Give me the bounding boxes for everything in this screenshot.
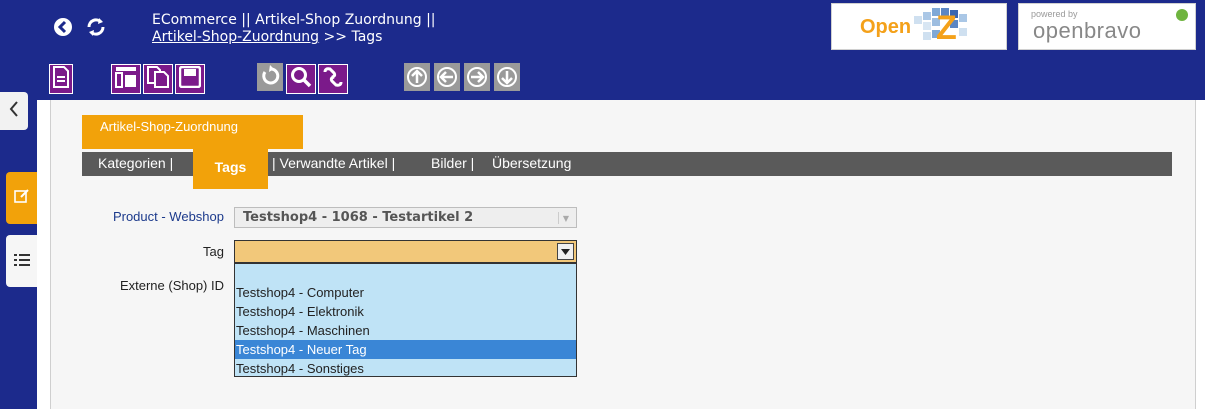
subtab-verwandte-artikel[interactable]: | Verwandte Artikel |: [272, 155, 395, 171]
subtab-uebersetzung[interactable]: Übersetzung: [492, 155, 571, 171]
previous-record-button[interactable]: [433, 63, 461, 95]
chevron-down-icon: [561, 248, 570, 255]
dropdown-toggle-button[interactable]: [557, 243, 574, 260]
grid-view-button[interactable]: [111, 64, 141, 94]
dropdown-option-blank[interactable]: [235, 264, 576, 283]
refresh-button[interactable]: [85, 18, 107, 40]
arrow-down-circle-icon: [494, 63, 520, 95]
undo-button[interactable]: [256, 63, 284, 95]
breadcrumb-current: Tags: [351, 29, 383, 45]
collapse-menu-button[interactable]: [0, 92, 28, 130]
chevron-left-icon: [9, 101, 19, 121]
copy-record-button[interactable]: [143, 64, 173, 94]
dropdown-option-selected[interactable]: Testshop4 - Neuer Tag: [235, 340, 576, 359]
app-window: ECommerce || Artikel-Shop Zuordnung || A…: [0, 0, 1205, 409]
openbravo-logo: powered by openbravo: [1018, 3, 1196, 50]
product-webshop-field: Testshop4 - 1068 - Testartikel 2 ▼: [234, 207, 577, 228]
arrow-left-circle-icon: [53, 17, 73, 41]
chevron-down-icon: ▼: [558, 212, 573, 224]
save-button[interactable]: [175, 64, 205, 94]
subtab-kategorien[interactable]: Kategorien |: [98, 155, 173, 171]
openz-logo: Open Z: [831, 3, 1007, 50]
arrow-right-circle-icon: [464, 63, 490, 95]
undo-icon: [257, 63, 283, 95]
breadcrumb-path: ECommerce || Artikel-Shop Zuordnung ||: [152, 12, 436, 28]
external-shop-id-label: Externe (Shop) ID: [119, 278, 224, 293]
openz-logo-text: Open: [860, 16, 912, 38]
grid-view-icon: [115, 66, 137, 92]
refresh-icon: [85, 16, 107, 42]
first-record-button[interactable]: [403, 63, 431, 95]
back-button[interactable]: [52, 18, 74, 40]
openz-mosaic-icon: Z: [914, 8, 967, 46]
openbravo-dot-icon: [1176, 9, 1188, 21]
new-document-button[interactable]: [49, 64, 73, 94]
tag-select[interactable]: [234, 240, 577, 263]
breadcrumb: ECommerce || Artikel-Shop Zuordnung || A…: [152, 12, 436, 46]
next-record-button[interactable]: [463, 63, 491, 95]
link-icon: [322, 66, 344, 92]
dropdown-option[interactable]: Testshop4 - Elektronik: [235, 302, 576, 321]
arrow-left-circle-icon: [434, 63, 460, 95]
dropdown-option[interactable]: Testshop4 - Sonstiges: [235, 359, 576, 378]
arrow-up-circle-icon: [404, 63, 430, 95]
product-webshop-label: Product - Webshop: [112, 209, 224, 224]
search-button[interactable]: [286, 64, 316, 94]
link-button[interactable]: [318, 64, 348, 94]
dropdown-option[interactable]: Testshop4 - Computer: [235, 283, 576, 302]
list-icon: [13, 252, 30, 271]
window-tab-artikel-shop-zuordnung[interactable]: Artikel-Shop-Zuordnung: [82, 115, 303, 149]
breadcrumb-separator: >>: [319, 29, 352, 45]
new-document-icon: [53, 66, 69, 92]
breadcrumb-link[interactable]: Artikel-Shop-Zuordnung: [152, 29, 319, 45]
copy-icon: [147, 66, 169, 92]
content-panel: Artikel-Shop-Zuordnung Kategorien | | Ve…: [50, 100, 1196, 409]
edit-view-tab[interactable]: [6, 172, 37, 224]
header-bar: ECommerce || Artikel-Shop Zuordnung || A…: [37, 0, 1205, 56]
openbravo-brand-text: openbravo: [1033, 18, 1142, 43]
grid-view-tab[interactable]: [6, 235, 37, 287]
product-webshop-value: Testshop4 - 1068 - Testartikel 2: [243, 210, 474, 225]
subtab-bilder[interactable]: Bilder |: [431, 155, 474, 171]
last-record-button[interactable]: [493, 63, 521, 95]
toolbar: [37, 56, 1205, 100]
openz-logo-letter: Z: [936, 9, 957, 46]
subtab-tags[interactable]: Tags: [193, 149, 268, 189]
search-icon: [290, 66, 312, 92]
tag-dropdown-list: Testshop4 - Computer Testshop4 - Elektro…: [234, 263, 577, 377]
dropdown-option[interactable]: Testshop4 - Maschinen: [235, 321, 576, 340]
tag-label: Tag: [203, 244, 224, 259]
edit-icon: [13, 188, 30, 208]
save-icon: [178, 65, 202, 92]
